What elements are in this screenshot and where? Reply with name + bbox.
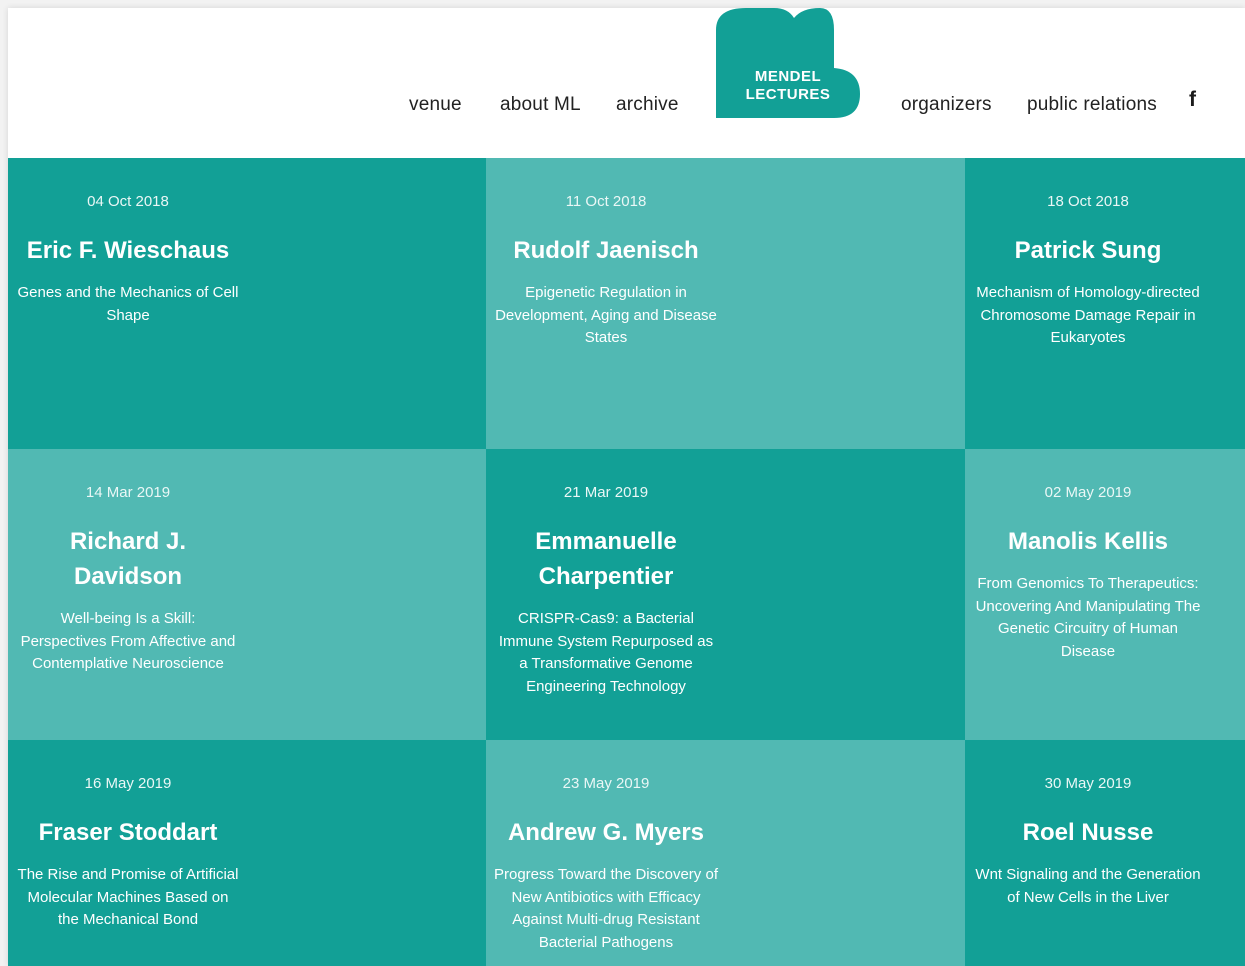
lecture-date: 16 May 2019 <box>84 775 172 792</box>
lecture-title: Genes and the Mechanics of Cell Shape <box>17 284 239 324</box>
lecture-date: 23 May 2019 <box>562 775 650 792</box>
facebook-icon[interactable]: f <box>1189 88 1196 112</box>
page: venue about ML archive MENDEL LECTURES o… <box>8 8 1245 966</box>
lecture-title: The Rise and Promise of Artificial Molec… <box>17 866 239 928</box>
lecture-date: 02 May 2019 <box>1044 484 1132 501</box>
logo-line-2: LECTURES <box>745 86 831 103</box>
nav-organizers-link[interactable]: organizers <box>901 94 992 116</box>
nav-archive-link[interactable]: archive <box>616 94 679 116</box>
lecture-tile[interactable]: 04 Oct 2018 Eric F. Wieschaus Genes and … <box>8 158 486 449</box>
site-header: venue about ML archive MENDEL LECTURES o… <box>8 8 1245 158</box>
lecture-tile[interactable]: 14 Mar 2019 Richard J. Davidson Well-bei… <box>8 449 486 740</box>
lecture-speaker: Patrick Sung <box>1014 237 1162 264</box>
logo-line-1: MENDEL <box>754 68 822 85</box>
lecture-date: 04 Oct 2018 <box>87 193 169 210</box>
lecture-date: 18 Oct 2018 <box>1047 193 1129 210</box>
lecture-tile[interactable]: 02 May 2019 Manolis Kellis From Genomics… <box>965 449 1245 740</box>
nav-public-relations-link[interactable]: public relations <box>1027 94 1157 116</box>
lecture-date: 30 May 2019 <box>1044 775 1132 792</box>
lecture-title: From Genomics To Therapeutics: Uncoverin… <box>975 575 1201 660</box>
lecture-tile[interactable]: 21 Mar 2019 Emmanuelle Charpentier CRISP… <box>486 449 965 740</box>
lecture-speaker: Richard J. Davidson <box>69 528 187 590</box>
nav-about-link[interactable]: about ML <box>500 94 581 116</box>
lecture-title: Wnt Signaling and the Generation of New … <box>975 866 1201 906</box>
lecture-date: 11 Oct 2018 <box>565 193 647 210</box>
lecture-speaker: Roel Nusse <box>1022 819 1154 846</box>
lecture-tile[interactable]: 16 May 2019 Fraser Stoddart The Rise and… <box>8 740 486 966</box>
lecture-tile[interactable]: 11 Oct 2018 Rudolf Jaenisch Epigenetic R… <box>486 158 965 449</box>
lecture-tile[interactable]: 18 Oct 2018 Patrick Sung Mechanism of Ho… <box>965 158 1245 449</box>
lecture-speaker: Andrew G. Myers <box>507 819 705 846</box>
lecture-speaker: Manolis Kellis <box>1007 528 1169 555</box>
lecture-title: Well-being Is a Skill: Perspectives From… <box>20 610 236 672</box>
lecture-speaker: Eric F. Wieschaus <box>26 237 230 264</box>
lecture-title: CRISPR-Cas9: a Bacterial Immune System R… <box>498 610 714 695</box>
lecture-title: Mechanism of Homology-directed Chromosom… <box>976 284 1200 346</box>
lecture-speaker: Emmanuelle Charpentier <box>535 528 677 590</box>
lecture-date: 14 Mar 2019 <box>85 484 171 501</box>
lecture-tile[interactable]: 23 May 2019 Andrew G. Myers Progress Tow… <box>486 740 965 966</box>
lecture-tile[interactable]: 30 May 2019 Roel Nusse Wnt Signaling and… <box>965 740 1245 966</box>
mendel-lectures-logo[interactable]: MENDEL LECTURES <box>716 8 860 118</box>
lecture-title: Progress Toward the Discovery of New Ant… <box>494 866 718 951</box>
lecture-speaker: Rudolf Jaenisch <box>513 237 699 264</box>
lecture-date: 21 Mar 2019 <box>563 484 649 501</box>
nav-venue-link[interactable]: venue <box>409 94 462 116</box>
lecture-title: Epigenetic Regulation in Development, Ag… <box>495 284 717 346</box>
lectures-grid: 04 Oct 2018 Eric F. Wieschaus Genes and … <box>8 158 1245 966</box>
lecture-speaker: Fraser Stoddart <box>38 819 218 846</box>
